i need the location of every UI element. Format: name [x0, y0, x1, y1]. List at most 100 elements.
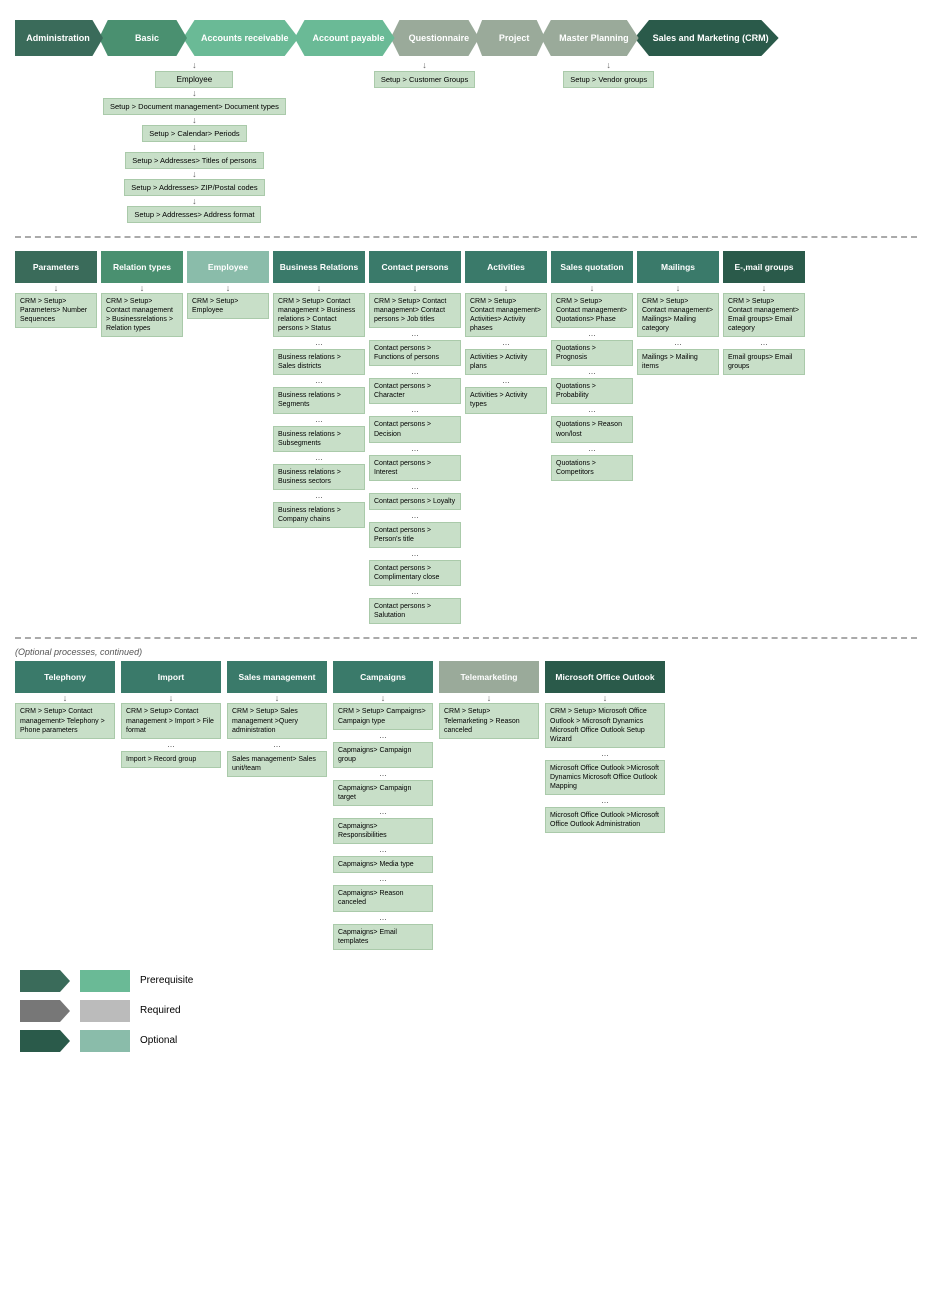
arrow-accounts-receivable: Accounts receivable [183, 20, 299, 56]
col-box-sq-2: Quotations > Prognosis [551, 340, 633, 366]
legend-required-arrow [20, 1000, 70, 1022]
col-employee: Employee ↓ CRM > Setup> Employee [187, 251, 269, 319]
col-header-campaigns: Campaigns [333, 661, 433, 693]
col-ms-outlook: Microsoft Office Outlook ↓ CRM > Setup> … [545, 661, 665, 833]
top-arrows-row: Administration Basic Accounts receivable… [15, 20, 917, 56]
legend-optional: Optional [20, 1030, 912, 1052]
col-box-sq-4: Quotations > Reason won/lost [551, 416, 633, 442]
col-sales-mgmt: Sales management ↓ CRM > Setup> Sales ma… [227, 661, 327, 776]
legend-optional-label: Optional [140, 1035, 177, 1046]
col-box-mso-1: CRM > Setup> Microsoft Office Outlook > … [545, 703, 665, 747]
col-box-tm-1: CRM > Setup> Telemarketing > Reason canc… [439, 703, 539, 738]
col-box-camp-4: Capmaigns> Responsibilities [333, 818, 433, 844]
legend-prerequisite: Prerequisite [20, 970, 912, 992]
basic-down-arrow: ↓ [192, 60, 197, 71]
col-header-employee: Employee [187, 251, 269, 283]
ap-chain: ↓ Setup > Vendor groups [563, 60, 654, 223]
legend-required-box [80, 1000, 130, 1022]
col-box-rel-1: CRM > Setup> Contact management > Busine… [101, 293, 183, 337]
legend-optional-box [80, 1030, 130, 1052]
col-box-mail-1: CRM > Setup> Contact management> Mailing… [637, 293, 719, 337]
basic-box-zip: Setup > Addresses> ZIP/Postal codes [124, 179, 264, 196]
col-box-cp-1: CRM > Setup> Contact management> Contact… [369, 293, 461, 328]
col-box-sq-1: CRM > Setup> Contact management> Quotati… [551, 293, 633, 328]
section1: Administration Basic Accounts receivable… [10, 10, 922, 228]
col-box-camp-1: CRM > Setup> Campaigns> Campaign type [333, 703, 433, 729]
col-header-sales-mgmt: Sales management [227, 661, 327, 693]
col-header-contact-persons: Contact persons [369, 251, 461, 283]
col-box-emp-1: CRM > Setup> Employee [187, 293, 269, 319]
col-header-import: Import [121, 661, 221, 693]
col-box-br-6: Business relations > Company chains [273, 502, 365, 528]
col-box-sq-5: Quotations > Competitors [551, 455, 633, 481]
section3-label: (Optional processes, continued) [10, 647, 922, 661]
col-box-act-3: Activities > Activity types [465, 387, 547, 413]
col-box-act-2: Activities > Activity plans [465, 349, 547, 375]
col-header-parameters: Parameters [15, 251, 97, 283]
arrow-account-payable: Account payable [295, 20, 395, 56]
arrow-project: Project [475, 20, 545, 56]
legend-prerequisite-box [80, 970, 130, 992]
col-box-cp-8: Contact persons > Complimentary close [369, 560, 461, 586]
section2-columns: Parameters ↓ CRM > Setup> Parameters> Nu… [15, 251, 917, 625]
arrow-sales-marketing: Sales and Marketing (CRM) [635, 20, 779, 56]
col-box-cp-7: Contact persons > Person's title [369, 522, 461, 548]
arrow-master-planning: Master Planning [541, 20, 639, 56]
ar-box-customer: Setup > Customer Groups [374, 71, 475, 88]
col-box-sm-1: CRM > Setup> Sales management >Query adm… [227, 703, 327, 738]
col-activities: Activities ↓ CRM > Setup> Contact manage… [465, 251, 547, 414]
col-box-camp-5: Capmaigns> Media type [333, 856, 433, 873]
basic-box-titles: Setup > Addresses> Titles of persons [125, 152, 263, 169]
basic-box-calendar: Setup > Calendar> Periods [142, 125, 246, 142]
col-import: Import ↓ CRM > Setup> Contact management… [121, 661, 221, 767]
col-sales-quotation: Sales quotation ↓ CRM > Setup> Contact m… [551, 251, 633, 481]
col-box-tel-1: CRM > Setup> Contact management> Telepho… [15, 703, 115, 738]
legend-prerequisite-arrow [20, 970, 70, 992]
col-box-eg-2: Email groups> Email groups [723, 349, 805, 375]
arrow-questionnaire: Questionnaire [391, 20, 480, 56]
col-box-imp-2: Import > Record group [121, 751, 221, 768]
arrow-administration: Administration [15, 20, 103, 56]
col-header-mailings: Mailings [637, 251, 719, 283]
col-header-telemarketing: Telemarketing [439, 661, 539, 693]
basic-box-employee: Employee [155, 71, 233, 88]
col-contact-persons: Contact persons ↓ CRM > Setup> Contact m… [369, 251, 461, 625]
legend: Prerequisite Required Optional [10, 950, 922, 1062]
col-box-imp-1: CRM > Setup> Contact management > Import… [121, 703, 221, 738]
col-box-br-1: CRM > Setup> Contact management > Busine… [273, 293, 365, 337]
col-header-activities: Activities [465, 251, 547, 283]
ar-chain: ↓ Setup > Customer Groups [374, 60, 475, 223]
col-box-eg-1: CRM > Setup> Contact management> Email g… [723, 293, 805, 337]
col-box-mso-2: Microsoft Office Outlook >Microsoft Dyna… [545, 760, 665, 795]
col-box-params-1: CRM > Setup> Parameters> Number Sequence… [15, 293, 97, 328]
legend-required: Required [20, 1000, 912, 1022]
col-header-business-relations: Business Relations [273, 251, 365, 283]
basic-box-document: Setup > Document management> Document ty… [103, 98, 286, 115]
chains-row: ↓ Employee ↓ Setup > Document management… [15, 60, 917, 223]
col-header-sales-quotation: Sales quotation [551, 251, 633, 283]
dashed-separator-1 [15, 236, 917, 238]
col-box-camp-3: Capmaigns> Campaign target [333, 780, 433, 806]
col-telemarketing: Telemarketing ↓ CRM > Setup> Telemarketi… [439, 661, 539, 738]
section2: Parameters ↓ CRM > Setup> Parameters> Nu… [10, 246, 922, 630]
arrow-basic: Basic [99, 20, 187, 56]
section3: Telephony ↓ CRM > Setup> Contact managem… [10, 661, 922, 949]
legend-required-label: Required [140, 1005, 181, 1016]
basic-box-address: Setup > Addresses> Address format [127, 206, 261, 223]
ap-box-vendor: Setup > Vendor groups [563, 71, 654, 88]
col-header-email-groups: E-,mail groups [723, 251, 805, 283]
col-telephony: Telephony ↓ CRM > Setup> Contact managem… [15, 661, 115, 738]
col-campaigns: Campaigns ↓ CRM > Setup> Campaigns> Camp… [333, 661, 433, 949]
dashed-separator-2 [15, 637, 917, 639]
col-box-cp-6: Contact persons > Loyalty [369, 493, 461, 510]
col-box-br-3: Business relations > Segments [273, 387, 365, 413]
col-mailings: Mailings ↓ CRM > Setup> Contact manageme… [637, 251, 719, 376]
col-box-sq-3: Quotations > Probability [551, 378, 633, 404]
col-header-relation-types: Relation types [101, 251, 183, 283]
section3-columns: Telephony ↓ CRM > Setup> Contact managem… [15, 661, 917, 949]
col-box-cp-5: Contact persons > Interest [369, 455, 461, 481]
col-box-br-2: Business relations > Sales districts [273, 349, 365, 375]
col-box-mso-3: Microsoft Office Outlook >Microsoft Offi… [545, 807, 665, 833]
col-email-groups: E-,mail groups ↓ CRM > Setup> Contact ma… [723, 251, 805, 376]
col-relation-types: Relation types ↓ CRM > Setup> Contact ma… [101, 251, 183, 337]
